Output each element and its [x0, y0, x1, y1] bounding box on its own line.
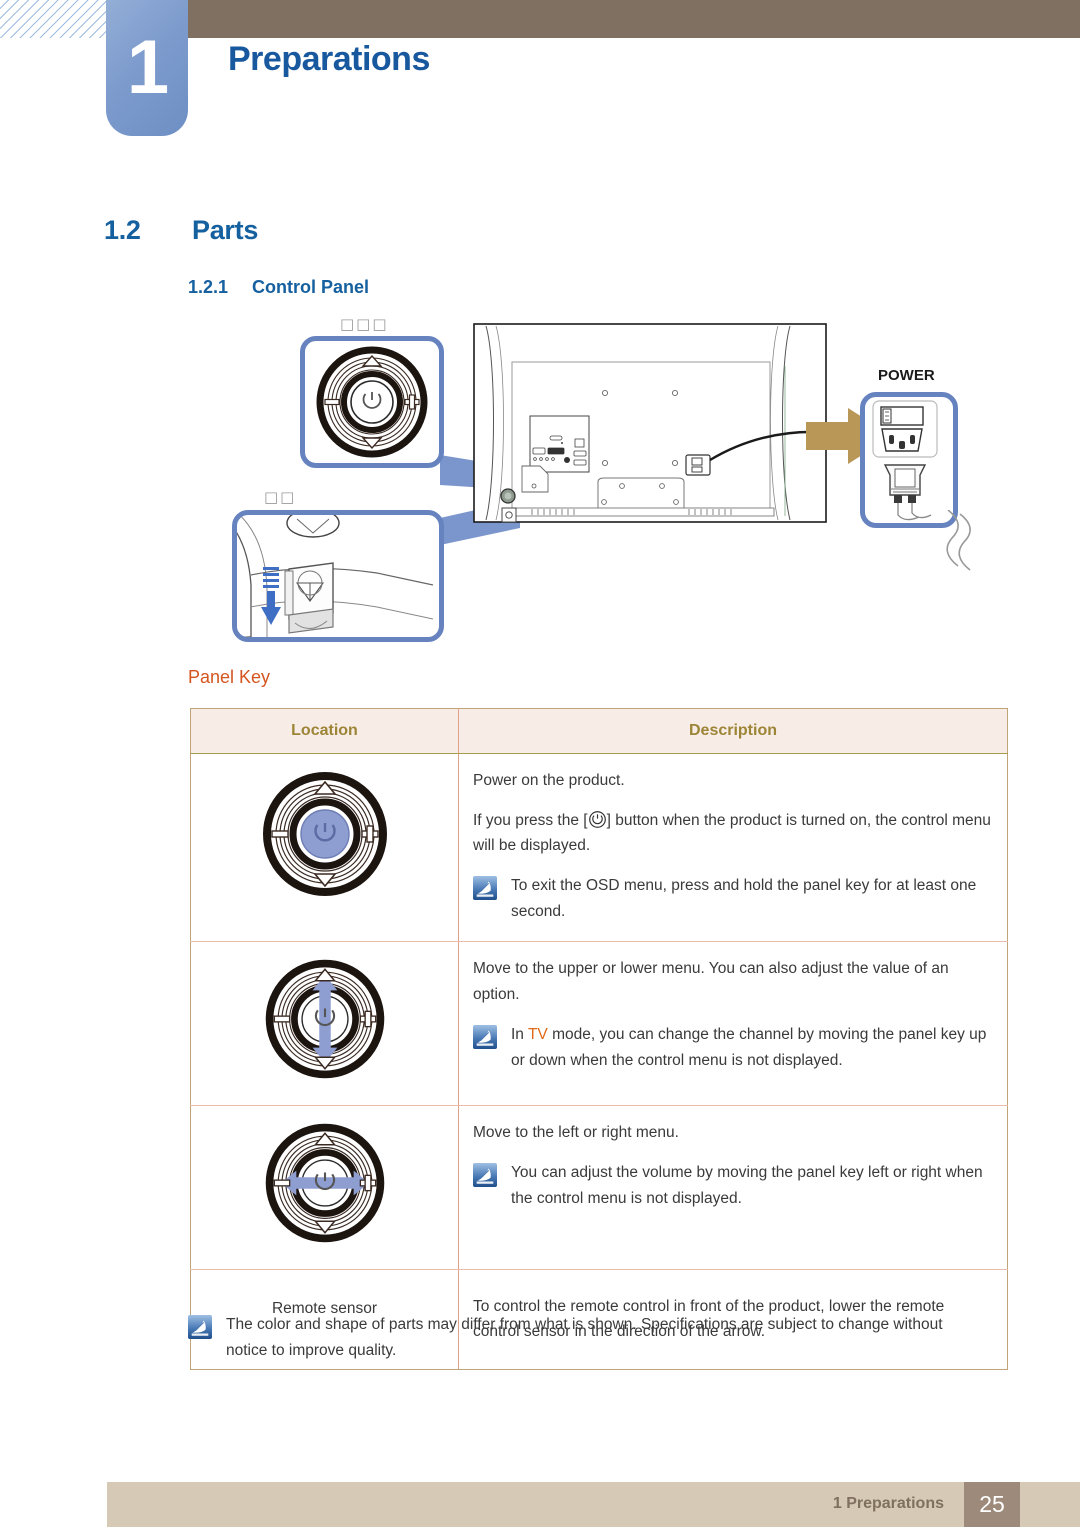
desc-paragraph: If you press the [] button when the prod…: [473, 810, 991, 855]
power-inlet-icon: [872, 400, 938, 521]
subsection-number: 1.2.1: [188, 277, 229, 297]
joystick-up-down-icon: [265, 960, 384, 1079]
note-text: In TV mode, you can change the channel b…: [511, 1022, 991, 1075]
note-icon: [473, 1162, 497, 1187]
callout-joystick: [300, 336, 444, 468]
panel-key-table: Location Description Power on the produc…: [190, 708, 1008, 1370]
callout-remote-sensor: [232, 510, 444, 642]
table-row: Move to the upper or lower menu. You can…: [190, 941, 1008, 1106]
desc-paragraph: Move to the left or right menu.: [473, 1123, 679, 1141]
power-label: POWER: [878, 367, 935, 384]
note-icon: [188, 1315, 212, 1339]
section-number: 1.2: [104, 215, 141, 245]
note-text: You can adjust the volume by moving the …: [511, 1163, 983, 1207]
footer-page-number: 25: [964, 1482, 1020, 1527]
desc-paragraph: Power on the product.: [473, 772, 625, 789]
note-suffix: mode, you can change the channel by movi…: [511, 1025, 987, 1069]
section-title: Parts: [192, 215, 259, 245]
row-location-cell: [190, 941, 459, 1106]
joystick-power-icon: [262, 772, 387, 896]
joystick-closeup-icon: [316, 346, 428, 458]
remote-sensor-closeup-icon: [237, 515, 434, 637]
note-icon: [473, 1024, 497, 1049]
note-block: In TV mode, you can change the channel b…: [473, 1022, 991, 1075]
subsection-title: Control Panel: [252, 277, 370, 297]
cable-squiggle-icon: [946, 510, 971, 571]
table-header-row: Location Description: [190, 708, 1008, 754]
table-row: Power on the product. If you press the […: [190, 753, 1008, 943]
page-header: 1 Preparations: [0, 0, 1080, 160]
panel-key-heading: Panel Key: [188, 667, 271, 687]
header-brown-band: [186, 0, 1080, 38]
table-row: Move to the left or right menu. You can …: [190, 1105, 1008, 1270]
column-header-location: Location: [190, 708, 459, 754]
tv-back-panel-illustration: [473, 323, 827, 523]
chapter-title: Preparations: [228, 40, 430, 78]
bottom-note-block: The color and shape of parts may differ …: [188, 1312, 988, 1365]
note-prefix: In: [511, 1025, 528, 1043]
control-panel-figure: □□□ □□ POWER: [0, 310, 1080, 660]
subsection-heading: 1.2.1 Control Panel: [188, 277, 369, 298]
chapter-badge: 1: [106, 0, 188, 136]
page-footer: 1 Preparations 25: [107, 1482, 1080, 1527]
callout-power-inlet: [860, 392, 958, 528]
desc-paragraph: Move to the upper or lower menu. You can…: [473, 960, 949, 1003]
row-location-cell: [190, 1105, 459, 1270]
note-block: You can adjust the volume by moving the …: [473, 1160, 991, 1213]
note-block: To exit the OSD menu, press and hold the…: [473, 873, 991, 926]
row-location-cell: [190, 753, 459, 943]
footer-chapter-label: 1 Preparations: [832, 1495, 944, 1512]
column-header-description: Description: [458, 708, 1008, 754]
note-text: To exit the OSD menu, press and hold the…: [511, 876, 977, 921]
joystick-left-right-icon: [265, 1123, 384, 1243]
chapter-number: 1: [126, 25, 169, 110]
row-description-cell: Power on the product. If you press the […: [458, 753, 1008, 943]
row-description-cell: Move to the left or right menu. You can …: [458, 1105, 1008, 1270]
note-highlight-tv: TV: [527, 1025, 548, 1043]
section-heading: 1.2 Parts: [104, 215, 258, 246]
row-description-cell: Move to the upper or lower menu. You can…: [458, 941, 1008, 1106]
header-hatch-pattern: [0, 0, 110, 38]
power-button-inline-icon: [588, 810, 606, 828]
bottom-note-text: The color and shape of parts may differ …: [226, 1316, 943, 1360]
note-icon: [473, 875, 497, 900]
